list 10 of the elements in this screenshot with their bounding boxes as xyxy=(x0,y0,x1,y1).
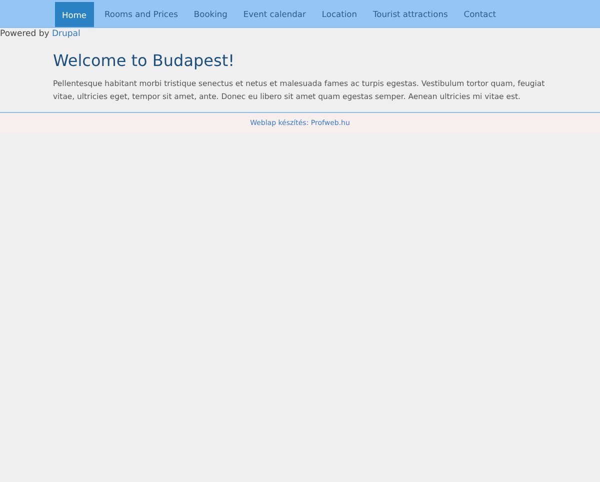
page-title: Welcome to Budapest! xyxy=(53,51,236,70)
drupal-link[interactable]: Drupal xyxy=(52,29,80,39)
nav-link[interactable]: Tourist attractions xyxy=(366,0,455,27)
nav-link[interactable]: Contact xyxy=(456,0,504,27)
nav-link[interactable]: Event calendar xyxy=(236,0,313,27)
nav-link[interactable]: Location xyxy=(314,0,364,27)
nav-link[interactable]: Booking xyxy=(186,0,234,27)
nav-link[interactable]: Home xyxy=(55,2,94,27)
nav-link[interactable]: Rooms and Prices xyxy=(98,0,185,27)
powered-by-text: Powered by Drupal xyxy=(0,28,82,40)
